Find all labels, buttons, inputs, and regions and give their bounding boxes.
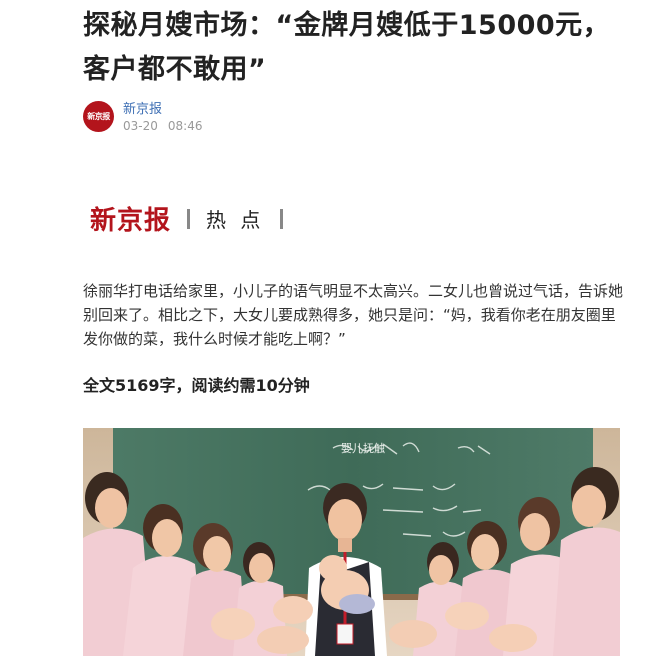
article-summary: 徐丽华打电话给家里，小儿子的语气明显不太高兴。二女儿也曾说过气话，告诉她别回来了… bbox=[83, 282, 624, 348]
article-title: 探秘月嫂市场：“金牌月嫂低于15000元， 客户都不敢用” bbox=[83, 4, 643, 92]
avatar[interactable]: 新京报 bbox=[83, 101, 114, 132]
article-title-line-2: 客户都不敢用” bbox=[83, 54, 267, 85]
brand-logo: 新京报 bbox=[90, 206, 172, 236]
photo-illustration: 婴儿抚触 bbox=[83, 428, 620, 656]
divider bbox=[280, 208, 284, 229]
reading-info: 全文5169字，阅读约需10分钟 bbox=[83, 376, 310, 395]
divider bbox=[187, 208, 191, 229]
publish-time: 03-20 08:46 bbox=[123, 119, 212, 133]
article-title-line-1: 探秘月嫂市场：“金牌月嫂低于15000元， bbox=[83, 10, 611, 41]
source-name-link[interactable]: 新京报 bbox=[123, 98, 162, 117]
article-photo[interactable]: 婴儿抚触 bbox=[83, 428, 620, 656]
board-text: 婴儿抚触 bbox=[341, 441, 385, 455]
brand-banner: 新京报 热 点 bbox=[90, 200, 299, 240]
publish-date: 03-20 bbox=[123, 119, 158, 133]
publish-clock: 08:46 bbox=[167, 119, 203, 133]
section-tag: 热 点 bbox=[206, 208, 265, 232]
